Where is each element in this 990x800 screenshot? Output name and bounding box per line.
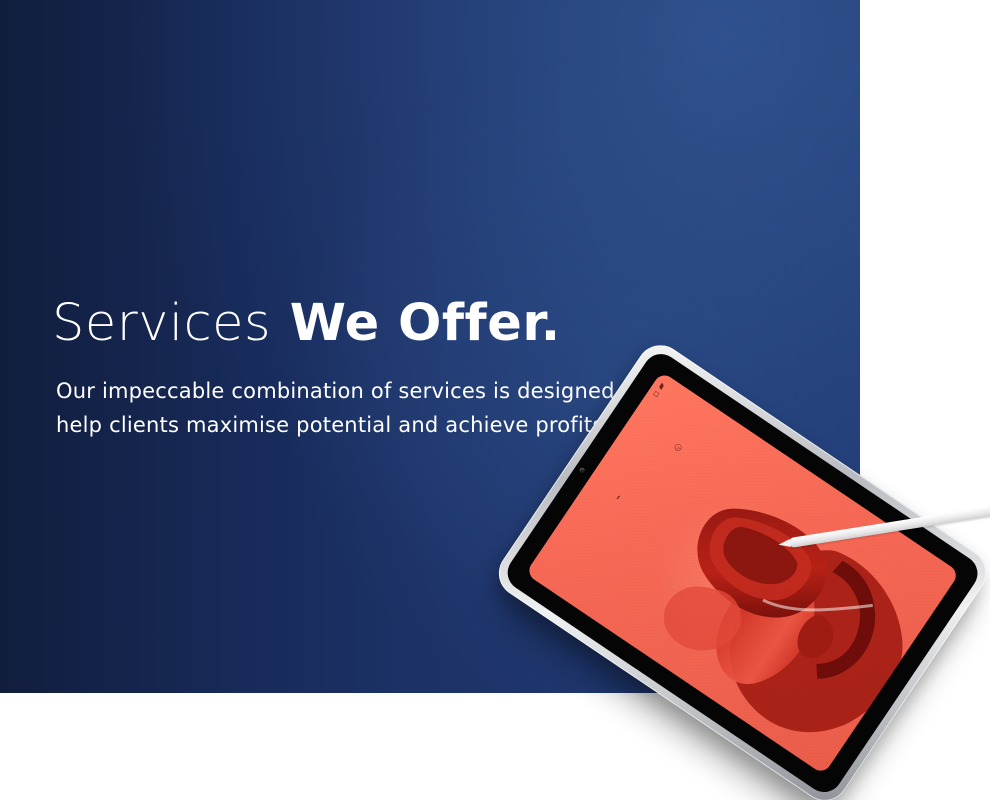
tablet-camera-icon (578, 466, 586, 474)
services-page: Services We Offer. Our impeccable combin… (0, 0, 990, 800)
tablet-screen: ▰ ▫ ⌁ ◷ (525, 371, 961, 775)
title-services-text: Services (52, 294, 272, 353)
page-title: Services We Offer. (52, 294, 702, 352)
title-we-offer-text: We Offer. (289, 294, 561, 353)
